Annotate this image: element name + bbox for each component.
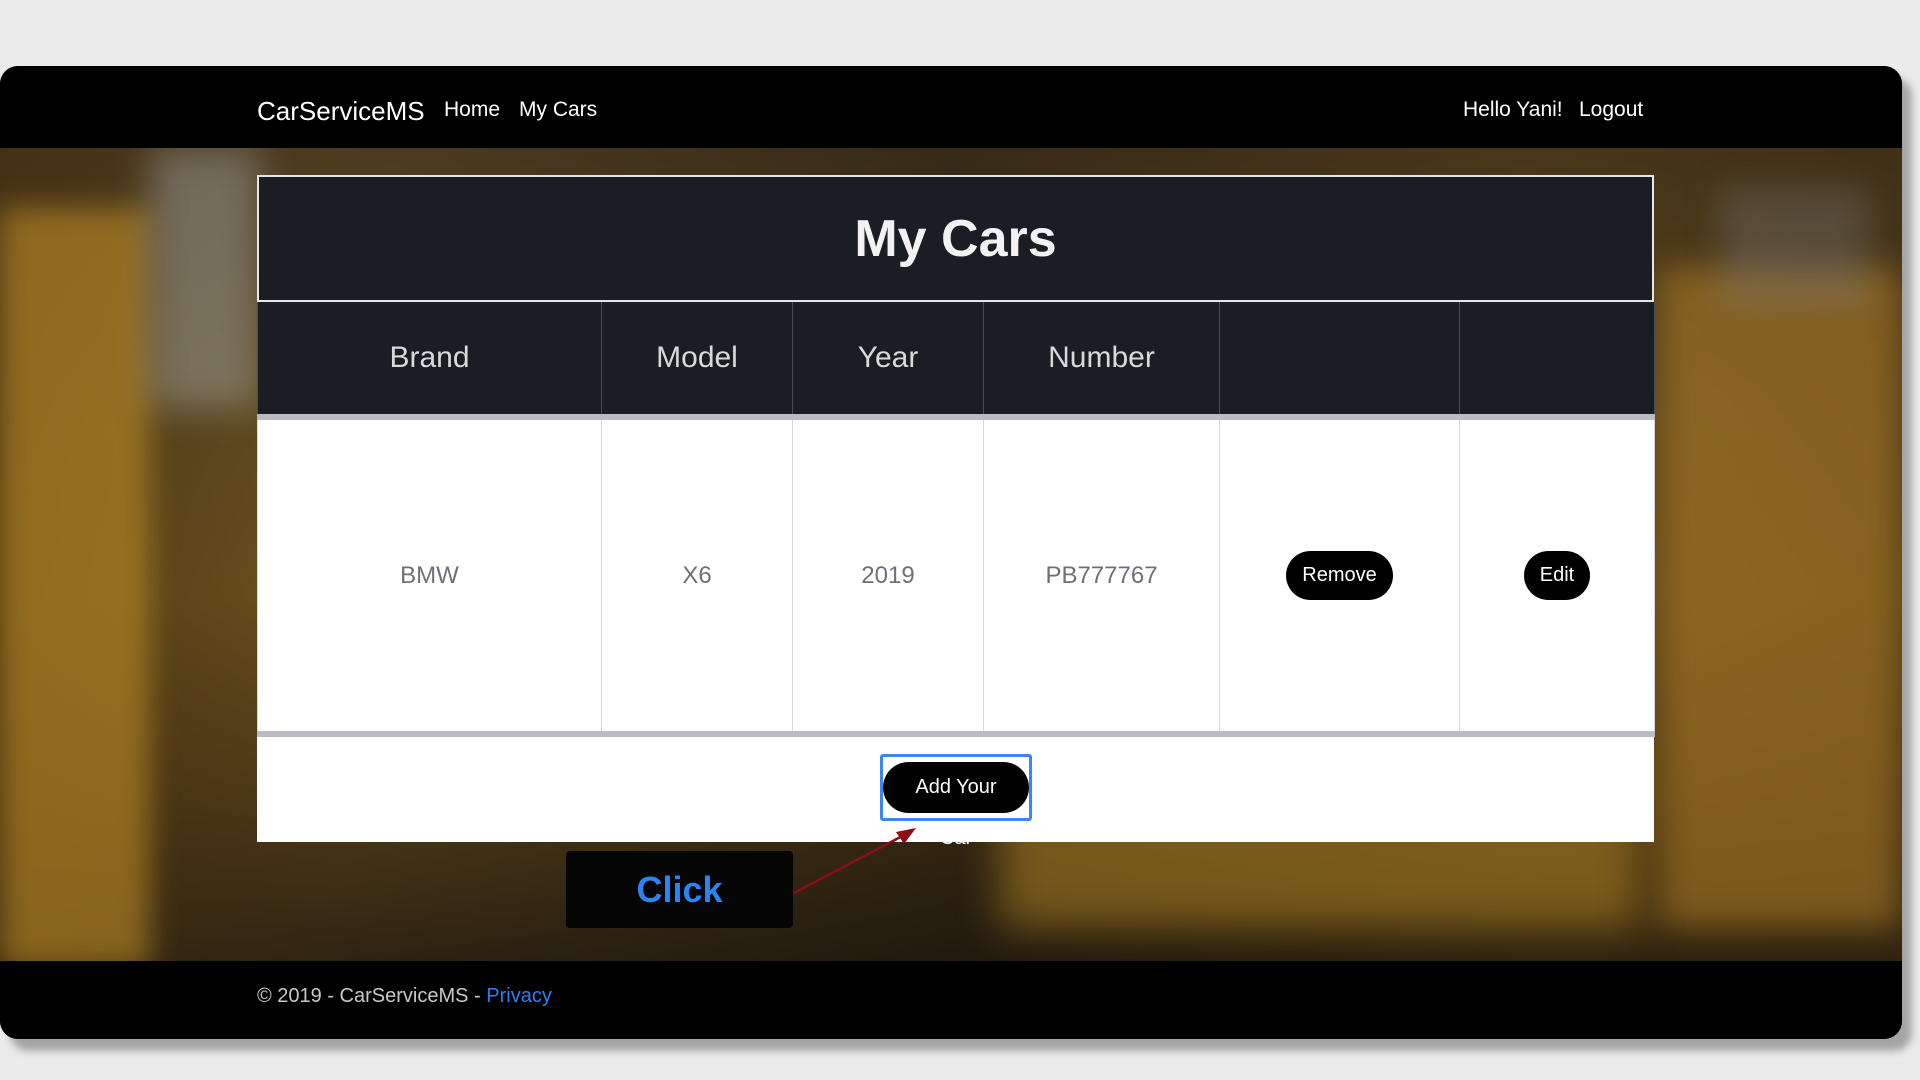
cell-remove: Remove xyxy=(1219,416,1460,735)
arrow-line xyxy=(793,830,911,895)
privacy-link[interactable]: Privacy xyxy=(486,985,552,1007)
edit-button[interactable]: Edit xyxy=(1523,551,1591,600)
table-row: BMW X6 2019 PB777767 Remove Edit xyxy=(257,416,1655,735)
cell-model: X6 xyxy=(601,416,793,735)
bg-shape xyxy=(0,208,150,961)
column-header-year: Year xyxy=(792,302,984,417)
user-greeting: Hello Yani! xyxy=(1463,98,1563,121)
click-callout: Click xyxy=(566,851,793,928)
bg-shape xyxy=(150,148,260,408)
footer-text: © 2019 - CarServiceMS - Privacy xyxy=(257,985,552,1008)
cell-number: PB777767 xyxy=(983,416,1220,735)
cell-edit: Edit xyxy=(1459,416,1655,735)
footer: © 2019 - CarServiceMS - Privacy xyxy=(0,961,1902,1039)
remove-button[interactable]: Remove xyxy=(1286,551,1393,600)
column-header-edit xyxy=(1459,302,1655,417)
brand-link[interactable]: CarServiceMS xyxy=(257,96,425,127)
bg-shape xyxy=(1660,268,1900,928)
my-cars-panel: My Cars Brand Model Year Number BMW X6 2… xyxy=(257,175,1655,849)
cell-year: 2019 xyxy=(792,416,984,735)
column-header-brand: Brand xyxy=(257,302,602,417)
copyright-text: © 2019 - CarServiceMS - xyxy=(257,985,487,1007)
column-header-number: Number xyxy=(983,302,1220,417)
cars-table: Brand Model Year Number BMW X6 2019 PB77… xyxy=(257,302,1655,737)
callout-arrow-icon xyxy=(793,828,916,895)
navbar: CarServiceMS Home My Cars Hello Yani! Lo… xyxy=(0,66,1902,148)
arrow-head xyxy=(896,828,916,844)
column-header-model: Model xyxy=(601,302,793,417)
nav-link-home[interactable]: Home xyxy=(444,98,500,122)
nav-link-my-cars[interactable]: My Cars xyxy=(519,98,597,122)
page-title: My Cars xyxy=(854,209,1057,268)
logout-link[interactable]: Logout xyxy=(1579,98,1643,122)
table-header-row: Brand Model Year Number xyxy=(257,302,1655,417)
add-car-row: Add Your Car xyxy=(257,737,1654,849)
add-car-button[interactable]: Add Your Car xyxy=(883,762,1029,849)
callout-label: Click xyxy=(636,868,723,910)
highlight-box: Add Your Car xyxy=(880,754,1032,849)
bg-shape xyxy=(1720,188,1870,308)
panel-header: My Cars xyxy=(257,175,1654,302)
column-header-remove xyxy=(1219,302,1460,417)
cell-brand: BMW xyxy=(257,416,602,735)
